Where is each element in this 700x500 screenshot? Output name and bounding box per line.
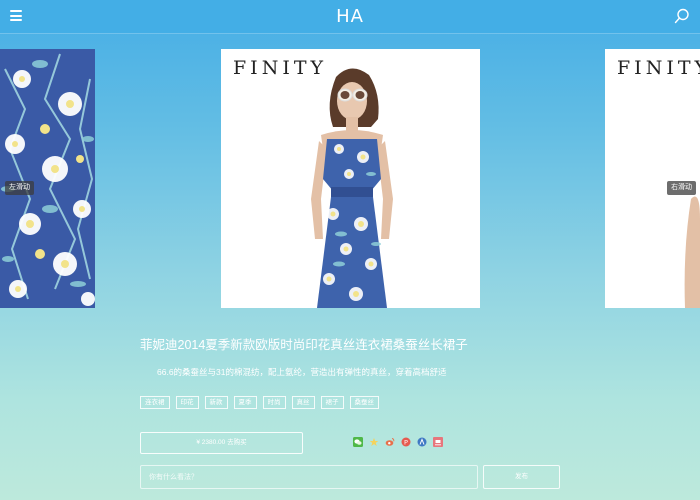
slide-left-button[interactable]: 左滑动 xyxy=(5,181,34,195)
floral-print-image xyxy=(0,49,95,308)
tag[interactable]: 裙子 xyxy=(320,396,344,409)
svg-text:P: P xyxy=(404,439,408,447)
tag[interactable]: 新款 xyxy=(204,396,228,409)
renren-icon[interactable] xyxy=(417,434,427,447)
product-description: 66.6的桑蚕丝与31的棉混纺，配上氨纶，营造出有弹性的真丝，穿着高档舒适 xyxy=(157,367,447,377)
tag[interactable]: 连衣裙 xyxy=(140,396,170,409)
carousel-card-center[interactable]: FINITY xyxy=(221,49,480,308)
tag[interactable]: 夏季 xyxy=(233,396,257,409)
tag[interactable]: 桑蚕丝 xyxy=(349,396,379,409)
wechat-icon[interactable] xyxy=(353,434,363,447)
comment-input[interactable] xyxy=(140,465,478,489)
send-button[interactable]: 发布 xyxy=(483,465,560,489)
douban-icon[interactable] xyxy=(433,434,443,447)
tag[interactable]: 真丝 xyxy=(291,396,315,409)
carousel-card-left[interactable] xyxy=(0,49,95,308)
search-icon[interactable] xyxy=(674,8,690,24)
menu-icon[interactable] xyxy=(10,10,22,22)
top-bar: HA xyxy=(0,0,700,34)
model-dress-image xyxy=(311,68,393,308)
carousel-card-right[interactable]: FINITY xyxy=(605,49,700,308)
share-bar: P xyxy=(353,434,443,447)
tag[interactable]: 时尚 xyxy=(262,396,286,409)
buy-button[interactable]: ¥ 2380.00 去购买 xyxy=(140,432,303,454)
tag[interactable]: 印花 xyxy=(175,396,199,409)
site-logo[interactable]: HA xyxy=(0,6,700,27)
product-title: 菲妮迪2014夏季新款欧版时尚印花真丝连衣裙桑蚕丝长裙子 xyxy=(140,338,468,352)
pinterest-icon[interactable]: P xyxy=(401,434,411,447)
qzone-icon[interactable] xyxy=(369,434,379,446)
model-image-right xyxy=(684,196,700,308)
tag-list: 连衣裙 印花 新款 夏季 时尚 真丝 裙子 桑蚕丝 xyxy=(140,396,379,409)
slide-right-button[interactable]: 右滑动 xyxy=(667,181,696,195)
weibo-icon[interactable] xyxy=(385,434,395,446)
